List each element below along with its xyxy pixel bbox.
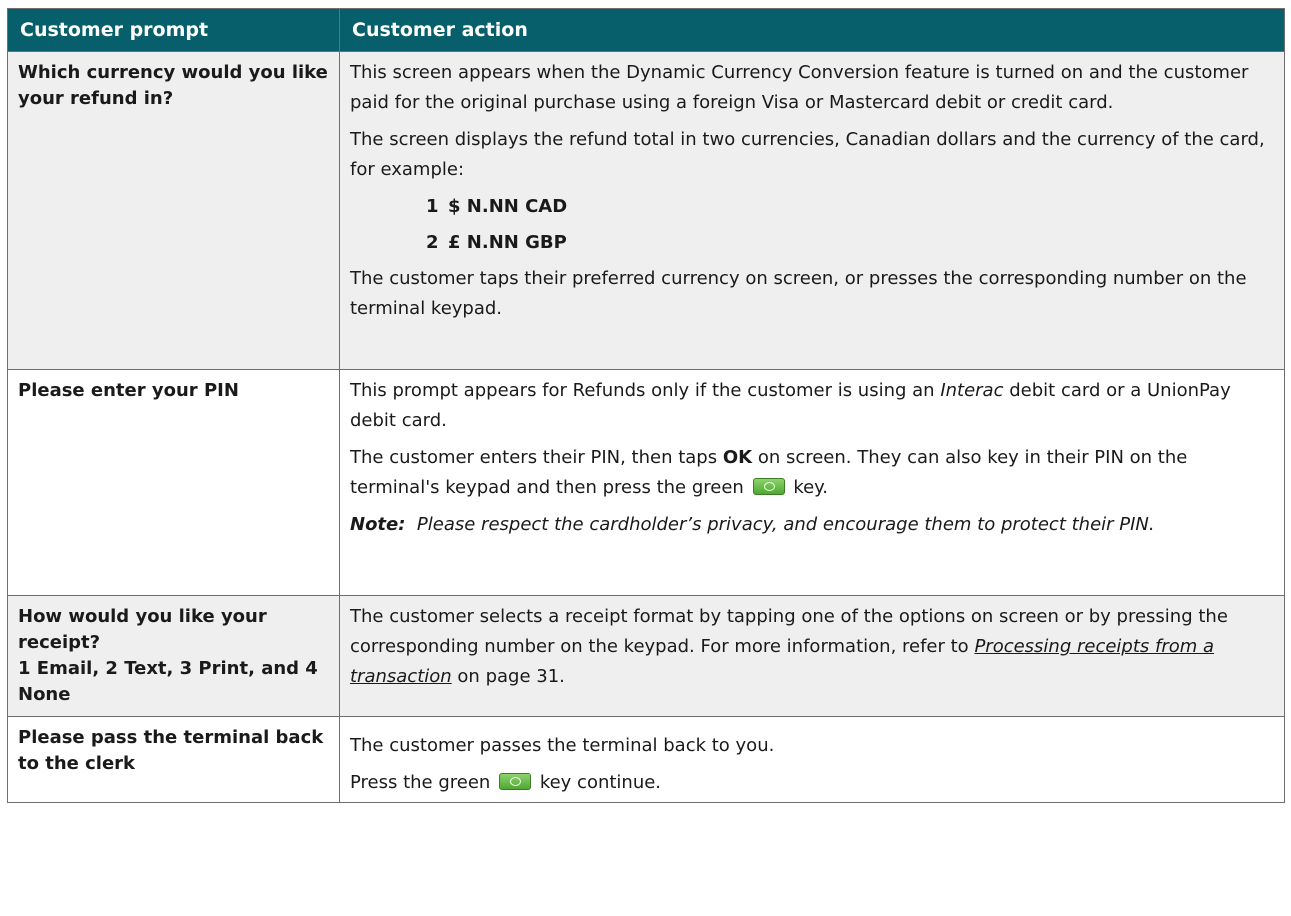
green-ok-key-icon	[752, 478, 785, 495]
currency-option: 1 $ N.NN CAD	[426, 192, 1274, 222]
option-number: 2	[426, 232, 439, 253]
text-fragment: key.	[793, 477, 828, 498]
table-row: Which currency would you like your refun…	[7, 51, 1285, 370]
action-paragraph: The screen displays the refund total in …	[350, 129, 1265, 180]
action-paragraph: Press the green key continue.	[350, 768, 1274, 798]
prompt-cell: Please enter your PIN	[7, 369, 340, 596]
text-fragment: Press the green	[350, 772, 491, 793]
action-paragraph: The customer enters their PIN, then taps…	[350, 443, 1274, 503]
header-customer-prompt: Customer prompt	[7, 8, 340, 52]
note-label: Note:	[350, 514, 406, 535]
action-cell: The customer selects a receipt format by…	[339, 595, 1285, 717]
text-fragment: key continue.	[539, 772, 662, 793]
table-row: Please pass the terminal back to the cle…	[7, 716, 1285, 803]
note-paragraph: Note: Please respect the cardholder’s pr…	[350, 510, 1274, 540]
interac-term: Interac	[940, 380, 1004, 401]
action-paragraph: This screen appears when the Dynamic Cur…	[350, 62, 1249, 113]
action-paragraph: The customer passes the terminal back to…	[350, 735, 775, 756]
prompt-line: 1 Email, 2 Text, 3 Print, and 4 None	[18, 658, 318, 705]
currency-option: 2 £ N.NN GBP	[426, 228, 1274, 258]
note-text: Please respect the cardholder’s privacy,…	[416, 514, 1155, 535]
action-paragraph: The customer selects a receipt format by…	[350, 602, 1274, 692]
header-customer-action: Customer action	[339, 8, 1285, 52]
table-header-row: Customer prompt Customer action	[7, 8, 1285, 52]
action-cell: This screen appears when the Dynamic Cur…	[339, 51, 1285, 370]
option-number: 1	[426, 196, 439, 217]
action-paragraph: This prompt appears for Refunds only if …	[350, 376, 1274, 436]
prompt-cell: How would you like your receipt? 1 Email…	[7, 595, 340, 717]
prompt-line: How would you like your receipt?	[18, 606, 267, 653]
text-fragment: This prompt appears for Refunds only if …	[350, 380, 935, 401]
ok-term: OK	[722, 447, 753, 468]
option-value: £ N.NN GBP	[448, 232, 567, 253]
prompt-cell: Please pass the terminal back to the cle…	[7, 716, 340, 803]
option-value: $ N.NN CAD	[448, 196, 568, 217]
text-fragment: The customer enters their PIN, then taps	[350, 447, 718, 468]
table-row: Please enter your PIN This prompt appear…	[7, 369, 1285, 596]
action-cell: This prompt appears for Refunds only if …	[339, 369, 1285, 596]
text-fragment: on page 31.	[457, 666, 565, 687]
prompt-cell: Which currency would you like your refun…	[7, 51, 340, 370]
customer-prompt-table: Customer prompt Customer action Which cu…	[7, 8, 1285, 803]
table-row: How would you like your receipt? 1 Email…	[7, 595, 1285, 717]
action-cell: The customer passes the terminal back to…	[339, 716, 1285, 803]
green-ok-key-icon	[499, 773, 532, 790]
action-paragraph: The customer taps their preferred curren…	[350, 268, 1247, 319]
